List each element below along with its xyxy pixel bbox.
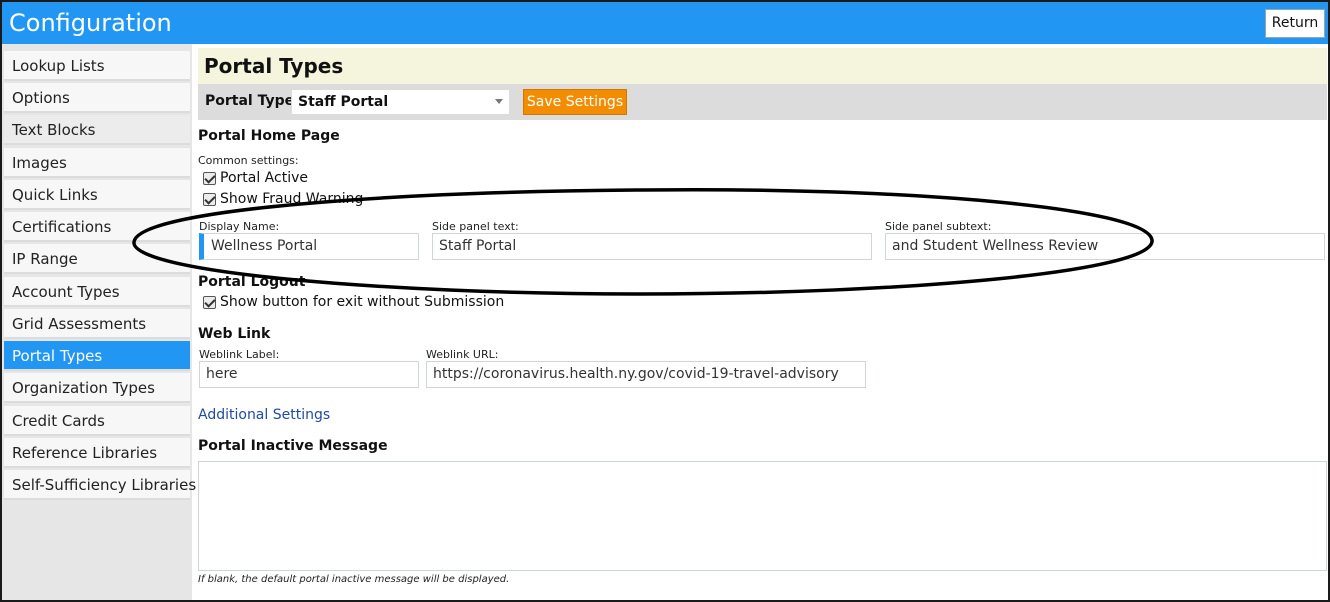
- portal-type-select[interactable]: Staff Portal: [291, 89, 510, 115]
- sidebar-item-reference-libraries[interactable]: Reference Libraries: [4, 438, 190, 468]
- fraud-warning-label: Show Fraud Warning: [220, 191, 364, 207]
- chevron-down-icon: [495, 99, 503, 104]
- sidebar-item-images[interactable]: Images: [4, 148, 190, 178]
- home-page-heading: Portal Home Page: [198, 128, 340, 144]
- sidebar: Lookup Lists Options Text Blocks Images …: [2, 44, 196, 600]
- additional-settings-link[interactable]: Additional Settings: [198, 407, 330, 423]
- sidebar-item-ip-range[interactable]: IP Range: [4, 244, 190, 274]
- display-name-label: Display Name:: [199, 220, 280, 233]
- side-panel-text-label: Side panel text:: [432, 220, 519, 233]
- inactive-message-hint: If blank, the default portal inactive me…: [198, 574, 510, 585]
- sidebar-item-account-types[interactable]: Account Types: [4, 277, 190, 307]
- side-panel-subtext-input[interactable]: and Student Wellness Review: [885, 233, 1325, 260]
- exit-button-row[interactable]: Show button for exit without Submission: [203, 294, 504, 310]
- portal-active-row[interactable]: Portal Active: [203, 170, 308, 186]
- portal-type-label: Portal Type:: [205, 93, 300, 109]
- page-title-bar: Portal Types: [198, 48, 1327, 84]
- sidebar-item-organization-types[interactable]: Organization Types: [4, 373, 190, 403]
- toolbar: Portal Type: Staff Portal Save Settings: [198, 84, 1327, 120]
- side-panel-subtext-label: Side panel subtext:: [885, 220, 992, 233]
- return-button[interactable]: Return: [1265, 9, 1325, 38]
- common-settings-label: Common settings:: [198, 154, 299, 167]
- sidebar-item-grid-assessments[interactable]: Grid Assessments: [4, 309, 190, 339]
- main-panel: Portal Types Portal Type: Staff Portal S…: [198, 48, 1328, 600]
- web-link-heading: Web Link: [198, 326, 271, 342]
- app-window: Configuration Return Lookup Lists Option…: [0, 0, 1330, 602]
- portal-active-checkbox[interactable]: [203, 171, 216, 185]
- side-panel-text-input[interactable]: Staff Portal: [432, 233, 872, 260]
- weblink-url-label: Weblink URL:: [426, 348, 499, 361]
- sidebar-item-self-sufficiency-libraries[interactable]: Self-Sufficiency Libraries: [4, 470, 196, 500]
- page-title: Portal Types: [204, 54, 344, 78]
- fraud-warning-row[interactable]: Show Fraud Warning: [203, 191, 363, 207]
- sidebar-item-quick-links[interactable]: Quick Links: [4, 180, 190, 210]
- fraud-warning-checkbox[interactable]: [203, 192, 216, 206]
- weblink-label-label: Weblink Label:: [199, 348, 280, 361]
- display-name-input[interactable]: Wellness Portal: [199, 233, 419, 260]
- inactive-message-textarea[interactable]: [198, 461, 1327, 571]
- weblink-label-input[interactable]: here: [199, 361, 419, 388]
- exit-button-label: Show button for exit without Submission: [220, 294, 505, 310]
- portal-type-value: Staff Portal: [298, 94, 389, 110]
- app-header: Configuration Return: [2, 2, 1328, 44]
- weblink-url-input[interactable]: https://coronavirus.health.ny.gov/covid-…: [426, 361, 866, 388]
- sidebar-item-portal-types[interactable]: Portal Types: [4, 341, 190, 371]
- portal-logout-heading: Portal Logout: [198, 274, 306, 290]
- sidebar-item-lookup-lists[interactable]: Lookup Lists: [4, 51, 190, 81]
- exit-button-checkbox[interactable]: [203, 295, 216, 309]
- sidebar-item-options[interactable]: Options: [4, 83, 190, 113]
- sidebar-item-certifications[interactable]: Certifications: [4, 212, 190, 242]
- portal-active-label: Portal Active: [220, 170, 308, 186]
- save-settings-button[interactable]: Save Settings: [523, 89, 627, 115]
- sidebar-item-text-blocks[interactable]: Text Blocks: [4, 115, 190, 145]
- sidebar-item-credit-cards[interactable]: Credit Cards: [4, 406, 190, 436]
- inactive-message-heading: Portal Inactive Message: [198, 438, 388, 454]
- app-title: Configuration: [9, 9, 172, 37]
